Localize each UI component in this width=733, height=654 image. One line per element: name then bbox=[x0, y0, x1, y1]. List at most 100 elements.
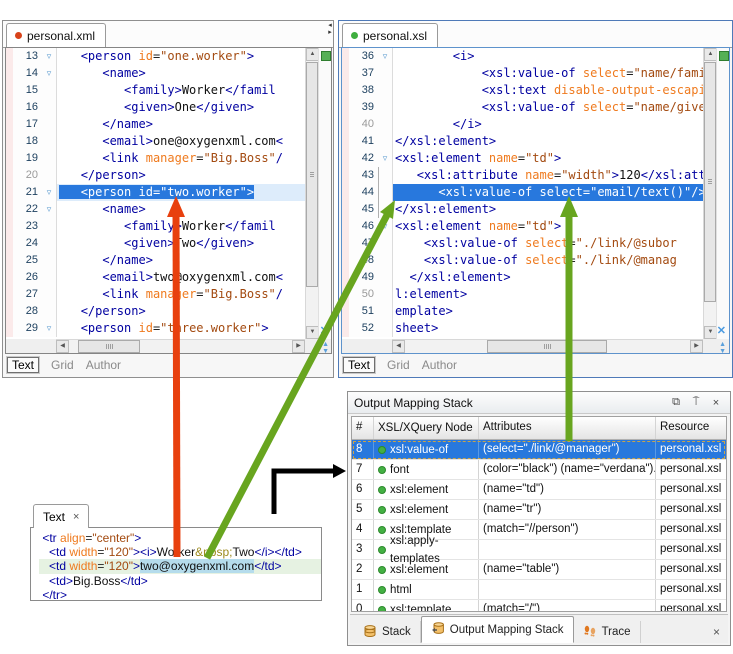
code-line-42[interactable]: 42▿<xsl:element name="td"> bbox=[342, 150, 703, 167]
code-line-28[interactable]: 28 </person> bbox=[6, 303, 305, 320]
view-tab-stack[interactable]: Stack bbox=[354, 621, 421, 643]
xsl-horizontal-scrollbar[interactable]: ◀ ▶ bbox=[392, 339, 703, 353]
code-line-44[interactable]: 44 <xsl:value-of select="email/text()"/> bbox=[342, 184, 703, 201]
code-line-46[interactable]: 46▿<xsl:element name="td"> bbox=[342, 218, 703, 235]
code-line-36[interactable]: 36▿ <i> bbox=[342, 48, 703, 65]
code-line-19[interactable]: 19 <link manager="Big.Boss"/ bbox=[6, 150, 305, 167]
document-valid-indicator bbox=[719, 51, 729, 61]
fold-toggle-icon[interactable]: ▿ bbox=[42, 48, 57, 65]
line-number: 13 bbox=[13, 48, 42, 65]
fold-toggle-icon[interactable]: ▿ bbox=[42, 201, 57, 218]
code-line-38[interactable]: 38 <xsl:text disable-output-escapi bbox=[342, 82, 703, 99]
code-line-18[interactable]: 18 <email>one@oxygenxml.com< bbox=[6, 133, 305, 150]
code-line-13[interactable]: 13▿ <person id="one.worker"> bbox=[6, 48, 305, 65]
code-line-37[interactable]: 37 <xsl:value-of select="name/fami bbox=[342, 65, 703, 82]
code-line-21[interactable]: 21▿ <person id="two.worker"> bbox=[6, 184, 305, 201]
xml-code-lines[interactable]: 13▿ <person id="one.worker">14▿ <name>15… bbox=[6, 48, 305, 339]
xml-vertical-scrollbar[interactable]: ▲ ▼ bbox=[305, 48, 318, 339]
code-text: sheet> bbox=[393, 320, 703, 337]
stack-row-3[interactable]: 3xsl:apply-templatespersonal.xsl bbox=[352, 540, 726, 560]
column-header[interactable]: Resource bbox=[656, 417, 726, 439]
mode-tab-grid[interactable]: Grid bbox=[51, 358, 74, 372]
stack-row-8[interactable]: 8xsl:value-of(select="./link/@manager")p… bbox=[352, 440, 726, 460]
line-number: 17 bbox=[13, 116, 42, 133]
view-tab-output-mapping-stack[interactable]: Output Mapping Stack bbox=[421, 616, 574, 643]
code-line-49[interactable]: 49 </xsl:element> bbox=[342, 269, 703, 286]
fold-gutter bbox=[378, 184, 393, 201]
stack-row-1[interactable]: 1htmlpersonal.xsl bbox=[352, 580, 726, 600]
code-line-24[interactable]: 24 <given>Two</given> bbox=[6, 235, 305, 252]
mode-tab-author[interactable]: Author bbox=[86, 358, 121, 372]
code-line-26[interactable]: 26 <email>two@oxygenxml.com< bbox=[6, 269, 305, 286]
code-line-50[interactable]: 50l:element> bbox=[342, 286, 703, 303]
scroll-left-icon[interactable]: ◀ bbox=[56, 340, 69, 353]
fold-toggle-icon[interactable]: ▿ bbox=[378, 48, 393, 65]
tab-personal-xml[interactable]: personal.xml bbox=[6, 23, 106, 47]
code-line-40[interactable]: 40 </i> bbox=[342, 116, 703, 133]
fold-toggle-icon[interactable]: ▿ bbox=[378, 218, 393, 235]
column-header[interactable]: Attributes bbox=[479, 417, 656, 439]
tab-personal-xsl[interactable]: personal.xsl bbox=[342, 23, 438, 47]
navigate-highlights-icon[interactable]: ▲▼ bbox=[322, 341, 329, 355]
tab-scroll-arrows-icon[interactable]: ◂▸ bbox=[326, 22, 334, 36]
stack-row-5[interactable]: 5xsl:element(name="tr")personal.xsl bbox=[352, 500, 726, 520]
fold-gutter bbox=[42, 235, 57, 252]
code-line-43[interactable]: 43 <xsl:attribute name="width">120</xsl:… bbox=[342, 167, 703, 184]
code-line-15[interactable]: 15 <family>Worker</famil bbox=[6, 82, 305, 99]
scroll-right-icon[interactable]: ▶ bbox=[292, 340, 305, 353]
float-panel-icon[interactable]: ⧉ bbox=[668, 396, 684, 409]
code-line-17[interactable]: 17 </name> bbox=[6, 116, 305, 133]
output-line: </tr> bbox=[39, 588, 321, 601]
code-line-23[interactable]: 23 <family>Worker</famil bbox=[6, 218, 305, 235]
line-number: 50 bbox=[349, 286, 378, 303]
clear-highlights-icon[interactable]: ✕ bbox=[320, 324, 329, 337]
code-line-16[interactable]: 16 <given>One</given> bbox=[6, 99, 305, 116]
fold-gutter bbox=[378, 65, 393, 82]
code-line-51[interactable]: 51emplate> bbox=[342, 303, 703, 320]
mode-tab-text[interactable]: Text bbox=[343, 357, 375, 373]
close-icon[interactable]: × bbox=[713, 625, 728, 643]
fold-toggle-icon[interactable]: ▿ bbox=[42, 65, 57, 82]
code-line-39[interactable]: 39 <xsl:value-of select="name/give bbox=[342, 99, 703, 116]
line-number: 48 bbox=[349, 252, 378, 269]
mode-tab-grid[interactable]: Grid bbox=[387, 358, 410, 372]
close-panel-icon[interactable]: × bbox=[708, 397, 724, 409]
code-text: <email>one@oxygenxml.com< bbox=[57, 133, 305, 150]
fold-toggle-icon[interactable]: ▿ bbox=[42, 320, 57, 337]
navigate-highlights-icon[interactable]: ▲▼ bbox=[719, 341, 726, 355]
scroll-left-icon[interactable]: ◀ bbox=[392, 340, 405, 353]
code-line-22[interactable]: 22▿ <name> bbox=[6, 201, 305, 218]
mode-tab-text[interactable]: Text bbox=[7, 357, 39, 373]
fold-gutter bbox=[42, 303, 57, 320]
xsl-code-lines[interactable]: 36▿ <i>37 <xsl:value-of select="name/fam… bbox=[342, 48, 703, 339]
code-line-27[interactable]: 27 <link manager="Big.Boss"/ bbox=[6, 286, 305, 303]
xsl-vertical-scrollbar[interactable]: ▲ ▼ bbox=[703, 48, 716, 339]
close-icon[interactable]: × bbox=[73, 511, 79, 523]
stack-row-6[interactable]: 6xsl:element(name="td")personal.xsl bbox=[352, 480, 726, 500]
output-text-area[interactable]: <tr align="center"> <td width="120"><i>W… bbox=[30, 527, 322, 601]
code-line-45[interactable]: 45</xsl:element> bbox=[342, 201, 703, 218]
code-line-52[interactable]: 52sheet> bbox=[342, 320, 703, 337]
output-text-tab[interactable]: Text × bbox=[33, 504, 89, 528]
code-line-20[interactable]: 20 </person> bbox=[6, 167, 305, 184]
scroll-right-icon[interactable]: ▶ bbox=[690, 340, 703, 353]
xml-horizontal-scrollbar[interactable]: ◀ ▶ bbox=[56, 339, 305, 353]
stack-row-0[interactable]: 0xsl:template(match="/")personal.xsl bbox=[352, 600, 726, 612]
clear-highlights-icon[interactable]: ✕ bbox=[717, 324, 726, 337]
code-line-14[interactable]: 14▿ <name> bbox=[6, 65, 305, 82]
view-tab-trace[interactable]: Trace bbox=[574, 621, 641, 643]
code-line-41[interactable]: 41</xsl:element> bbox=[342, 133, 703, 150]
pin-panel-icon[interactable]: ⍑ bbox=[688, 396, 704, 409]
stack-row-7[interactable]: 7font(color="black") (name="verdana")...… bbox=[352, 460, 726, 480]
code-line-25[interactable]: 25 </name> bbox=[6, 252, 305, 269]
code-text: </name> bbox=[57, 252, 305, 269]
code-line-29[interactable]: 29▿ <person id="three.worker"> bbox=[6, 320, 305, 337]
code-line-47[interactable]: 47 <xsl:value-of select="./link/@subor bbox=[342, 235, 703, 252]
column-header[interactable]: # bbox=[352, 417, 374, 439]
column-header[interactable]: XSL/XQuery Node bbox=[374, 417, 479, 439]
fold-toggle-icon[interactable]: ▿ bbox=[378, 150, 393, 167]
code-line-48[interactable]: 48 <xsl:value-of select="./link/@manag bbox=[342, 252, 703, 269]
fold-toggle-icon[interactable]: ▿ bbox=[42, 184, 57, 201]
stack-row-2[interactable]: 2xsl:element(name="table")personal.xsl bbox=[352, 560, 726, 580]
mode-tab-author[interactable]: Author bbox=[422, 358, 457, 372]
